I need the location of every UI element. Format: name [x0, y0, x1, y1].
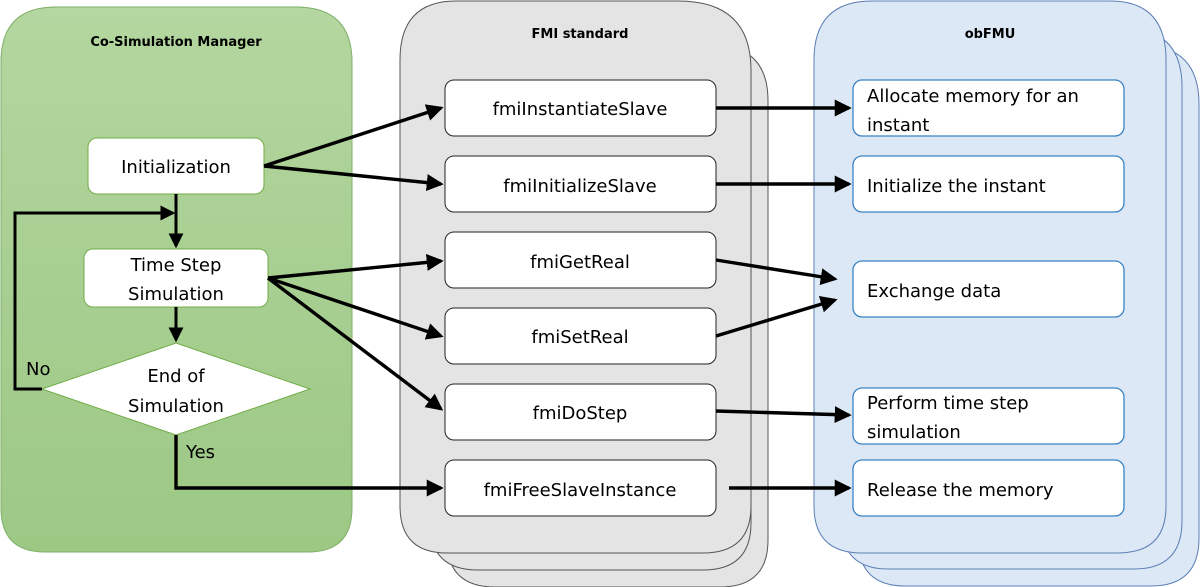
fmi-function-label: fmiFreeSlaveInstance: [484, 480, 677, 501]
allocate-label-line1: Allocate memory for an: [867, 86, 1079, 107]
time-step-simulation-node[interactable]: Time Step Simulation: [83, 248, 269, 308]
fmi-function-instantiate-slave[interactable]: fmiInstantiateSlave: [444, 79, 717, 137]
decision-label-line2: Simulation: [128, 396, 224, 417]
fmi-function-label: fmiDoStep: [533, 403, 628, 424]
obfmu-action-initialize-instant[interactable]: Initialize the instant: [852, 155, 1125, 213]
flow-diagram: Co-Simulation Manager FMI standard obFMU…: [0, 0, 1200, 587]
fmi-function-label: fmiInitializeSlave: [503, 176, 656, 197]
decision-label-line1: End of: [147, 366, 205, 387]
no-label: No: [26, 359, 50, 380]
initialize-instant-label: Initialize the instant: [867, 176, 1046, 197]
obfmu-panel-title: obFMU: [965, 27, 1016, 42]
fmi-panel-title: FMI standard: [532, 27, 629, 42]
perform-label-line1: Perform time step: [867, 393, 1029, 414]
fmi-function-label: fmiInstantiateSlave: [493, 99, 668, 120]
perform-label-line2: simulation: [867, 422, 961, 443]
time-step-label-line2: Simulation: [128, 284, 224, 305]
obfmu-action-release-memory[interactable]: Release the memory: [852, 459, 1125, 517]
initialization-node[interactable]: Initialization: [87, 137, 265, 195]
fmi-function-free-slave-instance[interactable]: fmiFreeSlaveInstance: [444, 459, 717, 517]
release-memory-label: Release the memory: [867, 480, 1054, 501]
fmi-function-label: fmiGetReal: [530, 252, 630, 273]
fmi-function-set-real[interactable]: fmiSetReal: [444, 307, 717, 365]
yes-label: Yes: [185, 442, 215, 463]
fmi-function-label: fmiSetReal: [531, 327, 628, 348]
fmi-function-do-step[interactable]: fmiDoStep: [444, 383, 717, 441]
fmi-function-initialize-slave[interactable]: fmiInitializeSlave: [444, 155, 717, 213]
obfmu-action-exchange-data[interactable]: Exchange data: [852, 260, 1125, 318]
manager-panel-title: Co-Simulation Manager: [90, 35, 262, 50]
exchange-data-label: Exchange data: [867, 281, 1001, 302]
initialization-label: Initialization: [121, 157, 231, 178]
fmi-function-get-real[interactable]: fmiGetReal: [444, 231, 717, 289]
obfmu-action-perform-time-step[interactable]: Perform time step simulation: [852, 387, 1125, 445]
obfmu-action-allocate-memory[interactable]: Allocate memory for an instant: [852, 79, 1125, 137]
time-step-label-line1: Time Step: [130, 255, 222, 276]
allocate-label-line2: instant: [867, 115, 929, 136]
